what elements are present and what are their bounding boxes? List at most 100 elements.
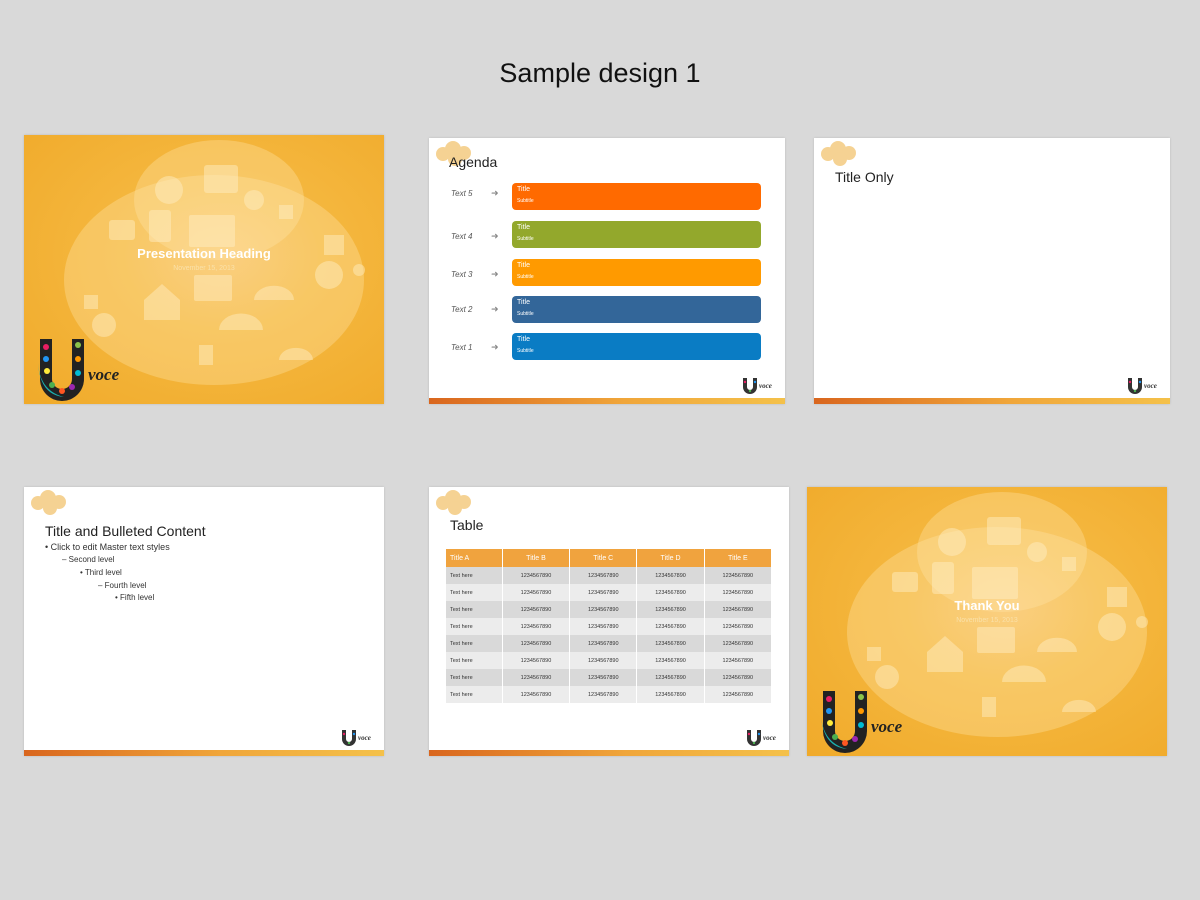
slide-title-date: November 15, 2013 <box>173 265 235 272</box>
table-row: Text here 1234567890 1234567890 1234567890 1… <box>446 686 773 703</box>
dash-icon: – <box>62 555 69 564</box>
table-cell: Text here <box>446 567 503 584</box>
table-cell: 1234567890 <box>569 567 638 584</box>
table-cell: 1234567890 <box>569 635 638 652</box>
arrow-icon: ➜ <box>491 342 499 352</box>
table-cell: 1234567890 <box>704 652 773 669</box>
table-cell: 1234567890 <box>502 601 571 618</box>
table-cell: 1234567890 <box>636 584 705 601</box>
agenda-item[interactable]: Title Subtitle <box>512 183 761 210</box>
agenda-item-title: Title <box>517 299 530 306</box>
agenda-item[interactable]: Title Subtitle <box>512 333 761 360</box>
cloud-decoration-icon <box>31 490 66 515</box>
uvoce-mini-logo: voce <box>747 730 776 746</box>
slide-title[interactable]: Presentation Heading November 15, 2013 v… <box>24 135 384 404</box>
table-cell: 1234567890 <box>636 635 705 652</box>
agenda-item-subtitle: Subtitle <box>517 236 534 242</box>
table-row: Text here 1234567890 1234567890 1234567890 1… <box>446 567 773 584</box>
agenda-item[interactable]: Title Subtitle <box>512 296 761 323</box>
arrow-icon: ➜ <box>491 188 499 198</box>
table-cell: 1234567890 <box>704 635 773 652</box>
agenda-item-subtitle: Subtitle <box>517 274 534 280</box>
accent-bar <box>429 398 785 404</box>
table-header-row: Title A Title B Title C Title D Title E <box>446 549 773 567</box>
table-header-cell: Title C <box>569 549 638 567</box>
slide-title-only-title: Title Only <box>835 169 894 185</box>
slide-closing-heading: Thank You <box>954 598 1020 613</box>
table-cell: Text here <box>446 618 503 635</box>
table-cell: 1234567890 <box>636 601 705 618</box>
table-cell: 1234567890 <box>569 618 638 635</box>
table-cell: 1234567890 <box>704 669 773 686</box>
table-cell: 1234567890 <box>502 635 571 652</box>
svg-text:voce: voce <box>763 734 776 742</box>
uvoce-mini-logo: voce <box>342 730 371 746</box>
table-row: Text here 1234567890 1234567890 1234567890 1… <box>446 652 773 669</box>
table-cell: Text here <box>446 635 503 652</box>
table-row: Text here 1234567890 1234567890 1234567890 1… <box>446 669 773 686</box>
slide-table[interactable]: Table Title A Title B Title C Title D Ti… <box>429 487 789 756</box>
slide-closing[interactable]: Thank You November 15, 2013 voce <box>807 487 1167 756</box>
table-header-cell: Title D <box>636 549 705 567</box>
accent-bar <box>429 750 789 756</box>
dash-icon: – <box>98 581 105 590</box>
table-header-cell: Title B <box>502 549 571 567</box>
table-cell: 1234567890 <box>502 652 571 669</box>
uvoce-mini-logo: voce <box>743 378 772 394</box>
slide-agenda[interactable]: Agenda Text 5 ➜ Title Subtitle Text 4 ➜ … <box>429 138 785 404</box>
table-cell: 1234567890 <box>569 686 638 703</box>
page-title: Sample design 1 <box>499 58 701 88</box>
table-header-cell: Title E <box>704 549 773 567</box>
table-cell: 1234567890 <box>502 584 571 601</box>
table-cell: 1234567890 <box>502 669 571 686</box>
slide-table-title: Table <box>450 517 484 533</box>
table-row: Text here 1234567890 1234567890 1234567890 1… <box>446 601 773 618</box>
slide-title-heading: Presentation Heading <box>137 246 271 261</box>
agenda-item[interactable]: Title Subtitle <box>512 221 761 248</box>
bullet-level-3: Third level <box>84 568 122 577</box>
table-row: Text here 1234567890 1234567890 1234567890 1… <box>446 635 773 652</box>
slide-bulleted[interactable]: Title and Bulleted Content • Click to ed… <box>24 487 384 756</box>
table-cell: Text here <box>446 652 503 669</box>
cloud-decoration-icon <box>436 490 471 515</box>
svg-text:voce: voce <box>1144 382 1157 390</box>
uvoce-mini-logo: voce <box>1128 378 1157 394</box>
agenda-item-subtitle: Subtitle <box>517 348 534 354</box>
table-cell: 1234567890 <box>636 567 705 584</box>
table-cell: 1234567890 <box>502 618 571 635</box>
table-cell: 1234567890 <box>704 584 773 601</box>
table-header-cell: Title A <box>446 549 503 567</box>
agenda-item[interactable]: Title Subtitle <box>512 259 761 286</box>
table-cell: Text here <box>446 601 503 618</box>
table-cell: 1234567890 <box>636 618 705 635</box>
table-cell: 1234567890 <box>704 618 773 635</box>
table-cell: Text here <box>446 669 503 686</box>
table-row: Text here 1234567890 1234567890 1234567890 1… <box>446 584 773 601</box>
table-cell: 1234567890 <box>704 567 773 584</box>
accent-bar <box>24 750 384 756</box>
agenda-item-subtitle: Subtitle <box>517 311 534 317</box>
slide-closing-date: November 15, 2013 <box>956 617 1018 624</box>
agenda-item-title: Title <box>517 186 530 193</box>
agenda-item-title: Title <box>517 262 530 269</box>
slide-agenda-title: Agenda <box>449 154 498 170</box>
svg-text:voce: voce <box>358 734 371 742</box>
slide-title-logo-text: voce <box>88 365 120 384</box>
table-cell: 1234567890 <box>636 669 705 686</box>
table-cell: 1234567890 <box>704 686 773 703</box>
slide-title-only[interactable]: Title Only voce <box>814 138 1170 404</box>
table-cell: 1234567890 <box>569 584 638 601</box>
table-cell: 1234567890 <box>636 652 705 669</box>
bullet-level-2: Second level <box>68 555 115 564</box>
bullet-level-5: Fifth level <box>120 593 155 602</box>
arrow-icon: ➜ <box>491 231 499 241</box>
arrow-icon: ➜ <box>491 304 499 314</box>
table-cell: Text here <box>446 686 503 703</box>
agenda-label: Text 3 <box>451 270 473 279</box>
table-cell: Text here <box>446 584 503 601</box>
accent-bar <box>814 398 1170 404</box>
agenda-label: Text 4 <box>451 232 473 241</box>
table-row: Text here 1234567890 1234567890 1234567890 1… <box>446 618 773 635</box>
cloud-decoration-icon <box>821 141 856 166</box>
agenda-label: Text 5 <box>451 189 473 198</box>
